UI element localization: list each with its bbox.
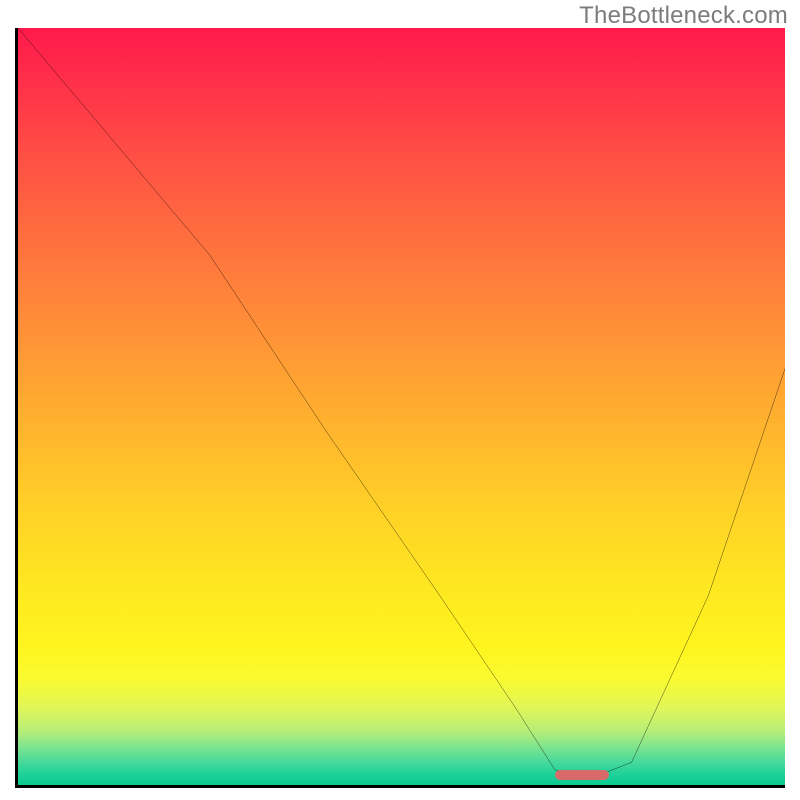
bottleneck-curve [18,28,785,785]
chart-container: TheBottleneck.com [0,0,800,800]
optimal-range-marker [555,770,609,780]
plot-area [15,28,785,788]
watermark-text: TheBottleneck.com [579,2,788,30]
